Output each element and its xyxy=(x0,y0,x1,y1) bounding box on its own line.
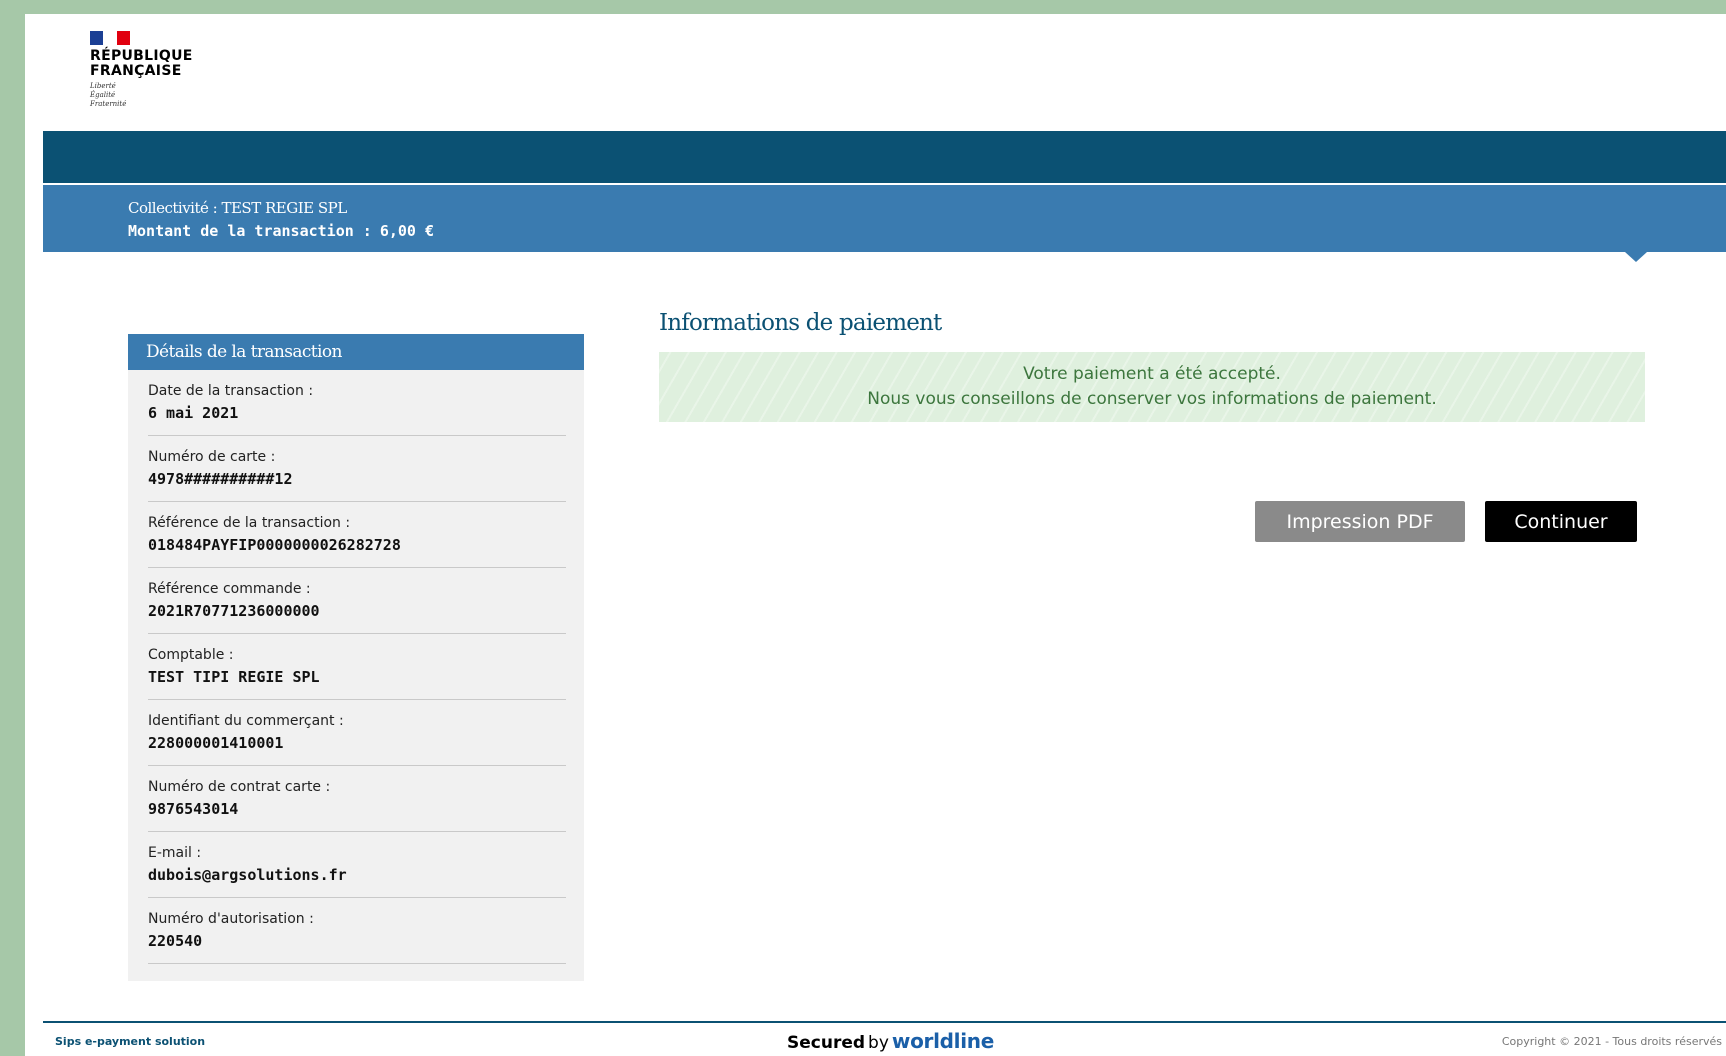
notice-line-1: Votre paiement a été accepté. xyxy=(1023,364,1281,384)
field-label: Numéro de contrat carte : xyxy=(148,779,331,795)
field-label: Date de la transaction : xyxy=(148,383,314,399)
field-label: Référence de la transaction : xyxy=(148,515,351,531)
continue-button[interactable]: Continuer xyxy=(1485,501,1637,542)
field-merchant-id: Identifiant du commerçant : 228000001410… xyxy=(148,700,566,766)
french-flag-icon xyxy=(90,31,130,45)
details-title: Détails de la transaction xyxy=(128,334,584,370)
field-value: 228000001410001 xyxy=(148,734,284,752)
field-value: 4978##########12 xyxy=(148,470,293,488)
copyright-text: Copyright © 2021 - Tous droits réservés xyxy=(1501,1035,1722,1048)
montant-line: Montant de la transaction : 6,00 € xyxy=(128,222,434,240)
worldline-logo: worldline xyxy=(891,1029,994,1053)
field-value: 220540 xyxy=(148,932,203,950)
secured-by-worldline: Secured by worldline xyxy=(787,1029,994,1053)
field-value: 018484PAYFIP0000000026282728 xyxy=(148,536,401,554)
header-band xyxy=(43,131,1726,183)
field-label: Comptable : xyxy=(148,647,234,663)
payment-page: RÉPUBLIQUE FRANÇAISE Liberté Égalité Fra… xyxy=(25,14,1726,1056)
field-date: Date de la transaction : 6 mai 2021 xyxy=(148,370,566,436)
field-order-reference: Référence commande : 2021R70771236000000 xyxy=(148,568,566,634)
banner-notch xyxy=(1625,252,1647,262)
field-value: TEST TIPI REGIE SPL xyxy=(148,668,320,686)
transaction-details-panel: Détails de la transaction Date de la tra… xyxy=(128,334,584,981)
footer-divider xyxy=(43,1021,1726,1023)
montant-label: Montant de la transaction : xyxy=(128,222,372,240)
field-label: Identifiant du commerçant : xyxy=(148,713,344,729)
transaction-banner: Collectivité : TEST REGIE SPL Montant de… xyxy=(43,185,1726,252)
print-pdf-button[interactable]: Impression PDF xyxy=(1255,501,1465,542)
field-email: E-mail : dubois@argsolutions.fr xyxy=(148,832,566,898)
notice-line-2: Nous vous conseillons de conserver vos i… xyxy=(867,389,1437,409)
field-label: E-mail : xyxy=(148,845,202,861)
montant-value: 6,00 € xyxy=(379,222,435,240)
field-label: Numéro de carte : xyxy=(148,449,276,465)
republique-francaise-logo: RÉPUBLIQUE FRANÇAISE Liberté Égalité Fra… xyxy=(90,31,210,109)
success-notice: Votre paiement a été accepté. Nous vous … xyxy=(659,352,1645,422)
footer-solution-text: Sips e-payment solution xyxy=(55,1035,206,1048)
field-transaction-reference: Référence de la transaction : 018484PAYF… xyxy=(148,502,566,568)
field-value: 6 mai 2021 xyxy=(148,404,239,422)
field-value: 2021R70771236000000 xyxy=(148,602,320,620)
field-card-number: Numéro de carte : 4978##########12 xyxy=(148,436,566,502)
logo-title: RÉPUBLIQUE FRANÇAISE xyxy=(90,48,193,79)
logo-motto: Liberté Égalité Fraternité xyxy=(90,82,127,108)
section-title: Informations de paiement xyxy=(659,310,942,336)
field-authorization-number: Numéro d'autorisation : 220540 xyxy=(148,898,566,964)
field-value: dubois@argsolutions.fr xyxy=(148,866,347,884)
by-text: by xyxy=(868,1033,889,1053)
field-accountant: Comptable : TEST TIPI REGIE SPL xyxy=(148,634,566,700)
field-value: 9876543014 xyxy=(148,800,239,818)
collectivite-text: Collectivité : TEST REGIE SPL xyxy=(128,199,347,217)
secured-text: Secured xyxy=(787,1033,866,1053)
field-label: Référence commande : xyxy=(148,581,311,597)
field-label: Numéro d'autorisation : xyxy=(148,911,314,927)
field-contract-number: Numéro de contrat carte : 9876543014 xyxy=(148,766,566,832)
